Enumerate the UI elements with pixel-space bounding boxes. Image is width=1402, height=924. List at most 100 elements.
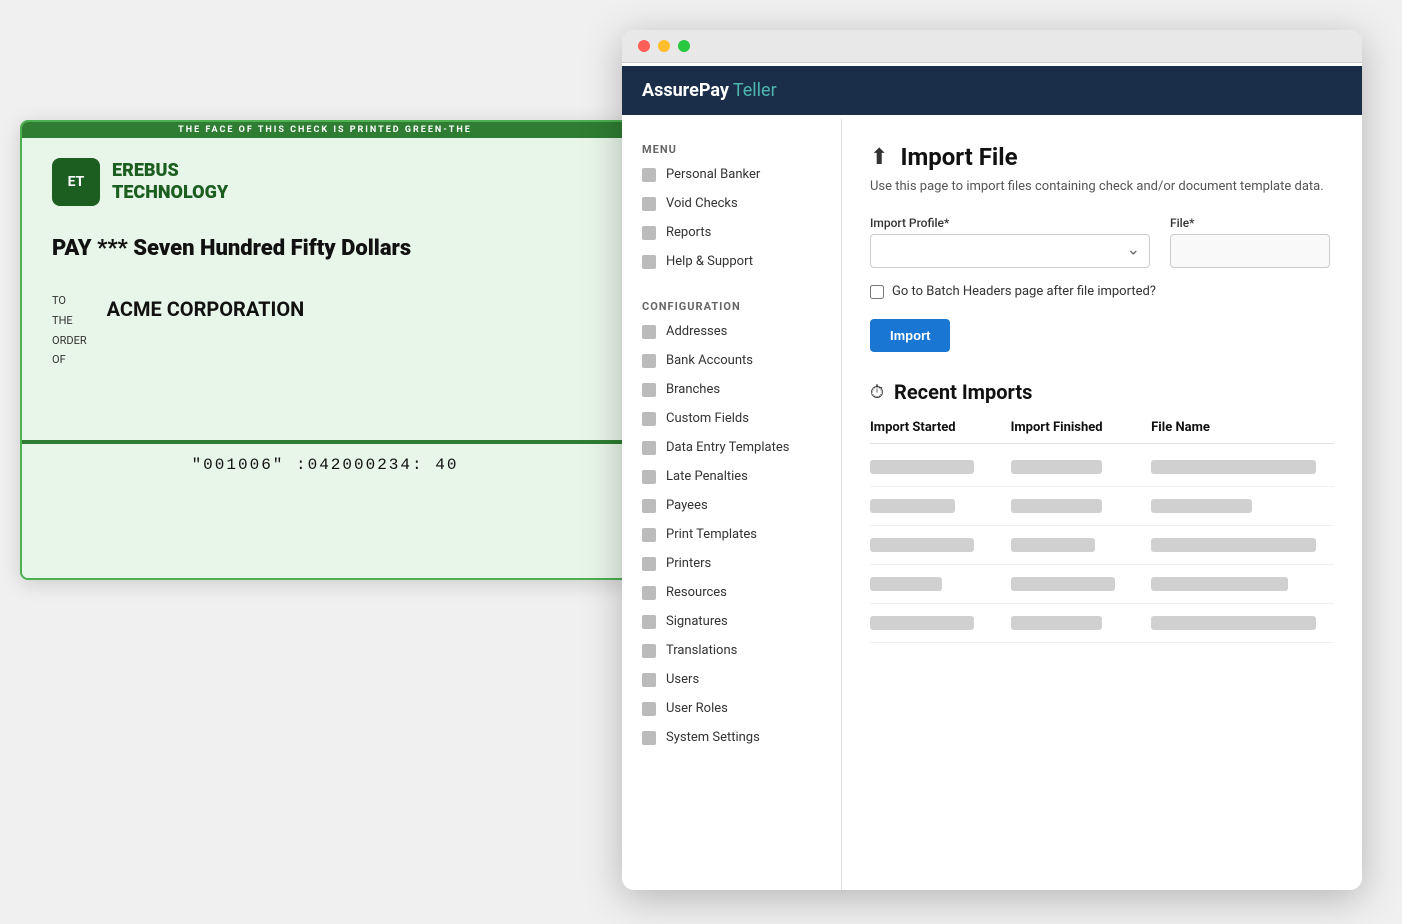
import-button[interactable]: Import: [870, 319, 950, 352]
check-logo-icon: ET: [52, 158, 100, 206]
sidebar-item-bank-accounts[interactable]: Bank Accounts: [622, 346, 841, 375]
browser-maximize-dot[interactable]: [678, 40, 690, 52]
recent-imports-title: Recent Imports: [894, 380, 1032, 404]
col-file-name: File Name: [1151, 420, 1334, 435]
upload-icon: ⬆: [870, 145, 888, 170]
file-input[interactable]: [1170, 234, 1330, 268]
sidebar-item-custom-fields[interactable]: Custom Fields: [622, 404, 841, 433]
sidebar-label-personal-banker: Personal Banker: [666, 167, 760, 182]
import-profile-group: Import Profile*: [870, 216, 1150, 268]
import-profile-label: Import Profile*: [870, 216, 1150, 230]
sidebar-label-user-roles: User Roles: [666, 701, 728, 716]
loading-bar-finished: [1011, 616, 1102, 630]
sidebar-label-translations: Translations: [666, 643, 737, 658]
main-content: ⬆ Import File Use this page to import fi…: [842, 119, 1362, 890]
sidebar-item-signatures[interactable]: Signatures: [622, 607, 841, 636]
sidebar-item-printers[interactable]: Printers: [622, 549, 841, 578]
sidebar-icon-reports: [642, 226, 656, 240]
browser-close-dot[interactable]: [638, 40, 650, 52]
table-header-row: Import Started Import Finished File Name: [870, 420, 1334, 444]
sidebar-icon-system-settings: [642, 731, 656, 745]
sidebar-label-signatures: Signatures: [666, 614, 728, 629]
check-micr: "001006" :042000234: 40: [22, 444, 628, 486]
sidebar-menu-label: MENU: [622, 135, 841, 160]
sidebar-item-addresses[interactable]: Addresses: [622, 317, 841, 346]
loading-bar-filename: [1151, 499, 1252, 513]
recent-imports-table: Import Started Import Finished File Name: [870, 420, 1334, 643]
sidebar-icon-resources: [642, 586, 656, 600]
import-profile-select-wrapper: [870, 234, 1150, 268]
sidebar-icon-users: [642, 673, 656, 687]
sidebar-icon-signatures: [642, 615, 656, 629]
loading-bar-filename: [1151, 460, 1316, 474]
sidebar-item-payees[interactable]: Payees: [622, 491, 841, 520]
loading-bar-started: [870, 538, 974, 552]
sidebar-label-addresses: Addresses: [666, 324, 727, 339]
sidebar-item-void-checks[interactable]: Void Checks: [622, 189, 841, 218]
sidebar-item-resources[interactable]: Resources: [622, 578, 841, 607]
loading-bar-filename: [1151, 577, 1288, 591]
recent-imports-title-area: ⏱ Recent Imports: [870, 380, 1334, 404]
table-row: [870, 448, 1334, 487]
sidebar-item-user-roles[interactable]: User Roles: [622, 694, 841, 723]
sidebar-label-reports: Reports: [666, 225, 711, 240]
sidebar-label-help-support: Help & Support: [666, 254, 753, 269]
loading-bar-filename: [1151, 616, 1316, 630]
sidebar-label-late-penalties: Late Penalties: [666, 469, 748, 484]
sidebar-icon-payees: [642, 499, 656, 513]
col-import-started: Import Started: [870, 420, 1001, 435]
sidebar-item-late-penalties[interactable]: Late Penalties: [622, 462, 841, 491]
sidebar-item-reports[interactable]: Reports: [622, 218, 841, 247]
app-content: MENU Personal Banker Void Checks Reports…: [622, 119, 1362, 890]
sidebar-icon-branches: [642, 383, 656, 397]
loading-bar-finished: [1011, 460, 1102, 474]
browser-chrome: [622, 30, 1362, 63]
sidebar-item-help-support[interactable]: Help & Support: [622, 247, 841, 276]
sidebar-item-personal-banker[interactable]: Personal Banker: [622, 160, 841, 189]
sidebar-icon-bank-accounts: [642, 354, 656, 368]
checkbox-label: Go to Batch Headers page after file impo…: [892, 284, 1156, 299]
file-label: File*: [1170, 216, 1330, 230]
sidebar-item-system-settings[interactable]: System Settings: [622, 723, 841, 752]
sidebar-item-branches[interactable]: Branches: [622, 375, 841, 404]
check-payee-name: ACME CORPORATION: [107, 291, 305, 321]
check-background: THE FACE OF THIS CHECK IS PRINTED GREEN-…: [20, 120, 640, 600]
browser-minimize-dot[interactable]: [658, 40, 670, 52]
page-title: Import File: [900, 143, 1017, 171]
col-import-finished: Import Finished: [1011, 420, 1142, 435]
loading-bar-filename: [1151, 538, 1316, 552]
checkbox-row: Go to Batch Headers page after file impo…: [870, 284, 1334, 299]
clock-icon: ⏱: [870, 382, 884, 403]
table-row: [870, 526, 1334, 565]
check-company-name: EREBUS TECHNOLOGY: [112, 160, 228, 203]
sidebar-label-bank-accounts: Bank Accounts: [666, 353, 753, 368]
sidebar-item-users[interactable]: Users: [622, 665, 841, 694]
sidebar-label-print-templates: Print Templates: [666, 527, 757, 542]
sidebar-icon-personal-banker: [642, 168, 656, 182]
sidebar-label-printers: Printers: [666, 556, 711, 571]
sidebar-icon-data-entry-templates: [642, 441, 656, 455]
loading-bar-finished: [1011, 577, 1115, 591]
sidebar: MENU Personal Banker Void Checks Reports…: [622, 119, 842, 890]
loading-bar-started: [870, 577, 942, 591]
sidebar-item-translations[interactable]: Translations: [622, 636, 841, 665]
import-profile-select[interactable]: [870, 234, 1150, 268]
loading-bar-finished: [1011, 538, 1096, 552]
batch-headers-checkbox[interactable]: [870, 285, 884, 299]
sidebar-icon-help-support: [642, 255, 656, 269]
check-to-label: TOTHEORDEROF: [52, 291, 87, 370]
sidebar-icon-print-templates: [642, 528, 656, 542]
sidebar-item-print-templates[interactable]: Print Templates: [622, 520, 841, 549]
sidebar-label-payees: Payees: [666, 498, 708, 513]
browser-window: AssurePay Teller MENU Personal Banker Vo…: [622, 30, 1362, 890]
sidebar-label-void-checks: Void Checks: [666, 196, 738, 211]
app-title-assurepay: AssurePay: [642, 80, 729, 101]
sidebar-label-data-entry-templates: Data Entry Templates: [666, 440, 789, 455]
sidebar-item-data-entry-templates[interactable]: Data Entry Templates: [622, 433, 841, 462]
sidebar-config-label: CONFIGURATION: [622, 292, 841, 317]
app-header: AssurePay Teller: [622, 66, 1362, 115]
sidebar-icon-user-roles: [642, 702, 656, 716]
sidebar-label-custom-fields: Custom Fields: [666, 411, 749, 426]
loading-bar-started: [870, 460, 974, 474]
check-security-strip: THE FACE OF THIS CHECK IS PRINTED GREEN-…: [22, 122, 628, 138]
